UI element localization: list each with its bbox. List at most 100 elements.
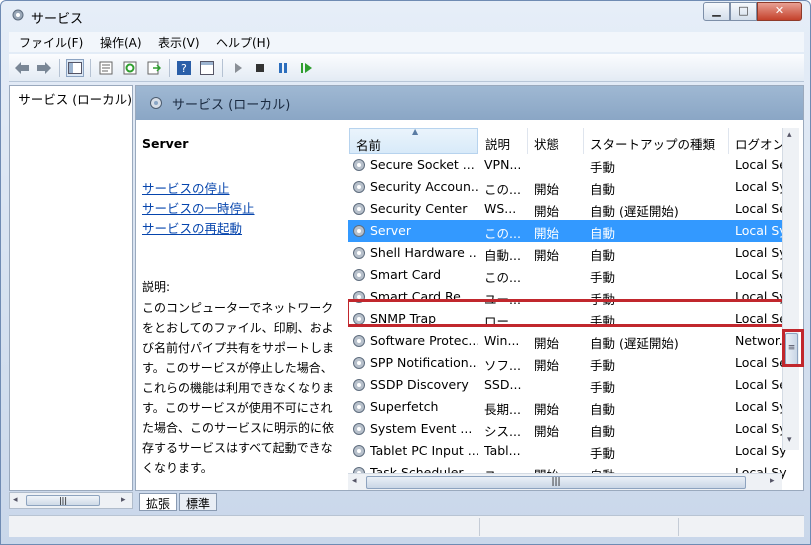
refresh-icon[interactable]	[121, 59, 139, 77]
export-list-icon[interactable]	[145, 59, 163, 77]
minimize-button[interactable]: ▁	[703, 2, 730, 21]
menu-help[interactable]: ヘルプ(H)	[216, 34, 270, 51]
service-row[interactable]: Tablet PC Input ... Tabl... 手動 Local Sy	[348, 440, 788, 462]
description-line: 存するサービスはすべて起動できな	[142, 441, 333, 455]
action-pane-icon[interactable]	[198, 59, 216, 77]
stop-icon[interactable]	[251, 59, 269, 77]
menu-file[interactable]: ファイル(F)	[19, 34, 83, 51]
help-icon[interactable]: ?	[175, 59, 193, 77]
list-horizontal-scrollbar[interactable]: ◂ ||| ▸	[348, 473, 782, 490]
start-icon[interactable]	[229, 59, 247, 77]
service-name-cell: Superfetch	[370, 399, 439, 414]
service-startup-cell: 自動	[590, 402, 616, 417]
service-description-cell: 自動...	[484, 248, 521, 263]
pause-service-link[interactable]: サービスの一時停止	[142, 198, 255, 217]
tree-horizontal-scrollbar[interactable]: ◂ ||| ▸	[9, 492, 133, 509]
restart-service-link[interactable]: サービスの再起動	[142, 218, 242, 237]
view-tabs: 拡張 標準	[139, 493, 219, 511]
menu-view[interactable]: 表示(V)	[158, 34, 200, 51]
service-gear-icon	[353, 181, 365, 193]
service-status-cell: 開始	[534, 336, 560, 351]
column-header-description[interactable]: 説明	[479, 128, 528, 154]
service-row[interactable]: Security Center WS... 開始 自動 (遅延開始) Local Se	[348, 198, 788, 220]
service-description-cell: この...	[484, 270, 521, 285]
service-startup-cell: 手動	[590, 270, 616, 285]
services-pane: サービス (ローカル) Server サービスの停止 サービスの一時停止 サービ…	[135, 85, 804, 491]
tab-extended[interactable]: 拡張	[139, 493, 178, 511]
service-name-cell: Tablet PC Input ...	[370, 443, 478, 458]
service-description-cell: Tabl...	[484, 443, 521, 458]
tree-item-label: サービス (ローカル)	[18, 91, 132, 107]
service-description-cell: WS...	[484, 201, 517, 216]
description-line: このコンピューターでネットワーク	[142, 301, 334, 315]
service-row[interactable]: SPP Notification... ソフ... 開始 手動 Local Se	[348, 352, 788, 374]
pause-icon[interactable]	[274, 59, 292, 77]
scroll-down-arrow-icon[interactable]: ▾	[787, 435, 792, 445]
service-description: このコンピューターでネットワーク をとおしてのファイル、印刷、およ び名前付パイ…	[142, 298, 338, 478]
service-startup-cell: 自動 (遅延開始)	[590, 336, 679, 351]
description-label: 説明:	[142, 280, 171, 294]
column-label: 名前	[356, 138, 382, 153]
service-description-cell: この...	[484, 182, 521, 197]
list-vertical-scrollbar[interactable]: ▴ ≡ ▾	[782, 128, 799, 450]
service-row-selected[interactable]: Server この... 開始 自動 Local Sy	[348, 220, 788, 242]
column-label: ログオン	[735, 137, 786, 152]
services-window: サービス ▁ □ ✕ ファイル(F) 操作(A) 表示(V) ヘルプ(H) ? …	[0, 0, 811, 545]
scroll-left-arrow-icon[interactable]: ◂	[13, 495, 18, 505]
services-gear-icon	[150, 97, 162, 109]
maximize-button[interactable]: □	[730, 2, 757, 21]
service-name-cell: Software Protec...	[370, 333, 478, 348]
back-arrow-icon[interactable]	[13, 59, 31, 77]
service-gear-icon	[353, 379, 365, 391]
service-row[interactable]: Smart Card この... 手動 Local Se	[348, 264, 788, 286]
stop-service-link[interactable]: サービスの停止	[142, 178, 230, 197]
service-name-cell: Server	[370, 223, 411, 238]
close-button[interactable]: ✕	[757, 2, 802, 21]
service-row[interactable]: Superfetch 長期... 開始 自動 Local Sy	[348, 396, 788, 418]
service-gear-icon	[353, 159, 365, 171]
services-list: ▲ 名前 説明 状態 スタートアップの種類 ログオン Secure Socket…	[348, 120, 803, 490]
scroll-left-arrow-icon[interactable]: ◂	[352, 476, 357, 486]
service-row[interactable]: Secure Socket ... VPN... 手動 Local Se	[348, 154, 788, 176]
service-description-cell: シス...	[484, 424, 521, 439]
service-row[interactable]: Software Protec... Win... 開始 自動 (遅延開始) Netwo…	[348, 330, 791, 352]
service-status-cell: 開始	[534, 226, 560, 241]
menu-action[interactable]: 操作(A)	[100, 34, 142, 51]
service-description-cell: ソフ...	[484, 358, 521, 373]
service-row[interactable]: SSDP Discovery SSD... 手動 Local Se	[348, 374, 788, 396]
service-name-cell: SSDP Discovery	[370, 377, 469, 392]
service-gear-icon	[353, 445, 365, 457]
service-row[interactable]: Security Accoun... この... 開始 自動 Local Sy	[348, 176, 788, 198]
service-status-cell: 開始	[534, 182, 560, 197]
service-row[interactable]: Shell Hardware ... 自動... 開始 自動 Local Sy	[348, 242, 788, 264]
column-header-startup-type[interactable]: スタートアップの種類	[584, 128, 729, 154]
service-gear-icon	[353, 203, 365, 215]
scroll-right-arrow-icon[interactable]: ▸	[121, 495, 126, 505]
selection-highlight-box	[348, 299, 794, 327]
scroll-up-arrow-icon[interactable]: ▴	[787, 130, 792, 140]
forward-arrow-icon[interactable]	[35, 59, 53, 77]
service-status-cell: 開始	[534, 248, 560, 263]
service-row[interactable]: System Event ... シス... 開始 自動 Local Sy	[348, 418, 788, 440]
properties-icon[interactable]	[97, 59, 115, 77]
restart-icon[interactable]	[298, 59, 316, 77]
tab-standard[interactable]: 標準	[179, 493, 218, 511]
title-bar[interactable]: サービス ▁ □ ✕	[1, 1, 810, 31]
tree-hscroll-thumb[interactable]: |||	[26, 495, 100, 506]
service-name-cell: Shell Hardware ...	[370, 245, 478, 260]
column-header-status[interactable]: 状態	[528, 128, 584, 154]
service-description-cell: Win...	[484, 333, 520, 348]
column-header-name[interactable]: ▲ 名前	[349, 127, 478, 154]
service-status-cell: 開始	[534, 204, 560, 219]
service-description-cell: VPN...	[484, 157, 522, 172]
status-bar	[9, 515, 804, 537]
console-tree-icon[interactable]	[66, 59, 84, 77]
tree-item-services-local[interactable]: サービス (ローカル)	[14, 89, 132, 107]
service-startup-cell: 手動	[590, 358, 616, 373]
scroll-right-arrow-icon[interactable]: ▸	[770, 476, 775, 486]
pane-title: サービス (ローカル)	[172, 98, 291, 113]
pane-header: サービス (ローカル)	[136, 86, 803, 120]
column-label: 説明	[485, 137, 511, 152]
hscroll-thumb[interactable]: |||	[366, 476, 746, 489]
service-startup-cell: 自動	[590, 248, 616, 263]
